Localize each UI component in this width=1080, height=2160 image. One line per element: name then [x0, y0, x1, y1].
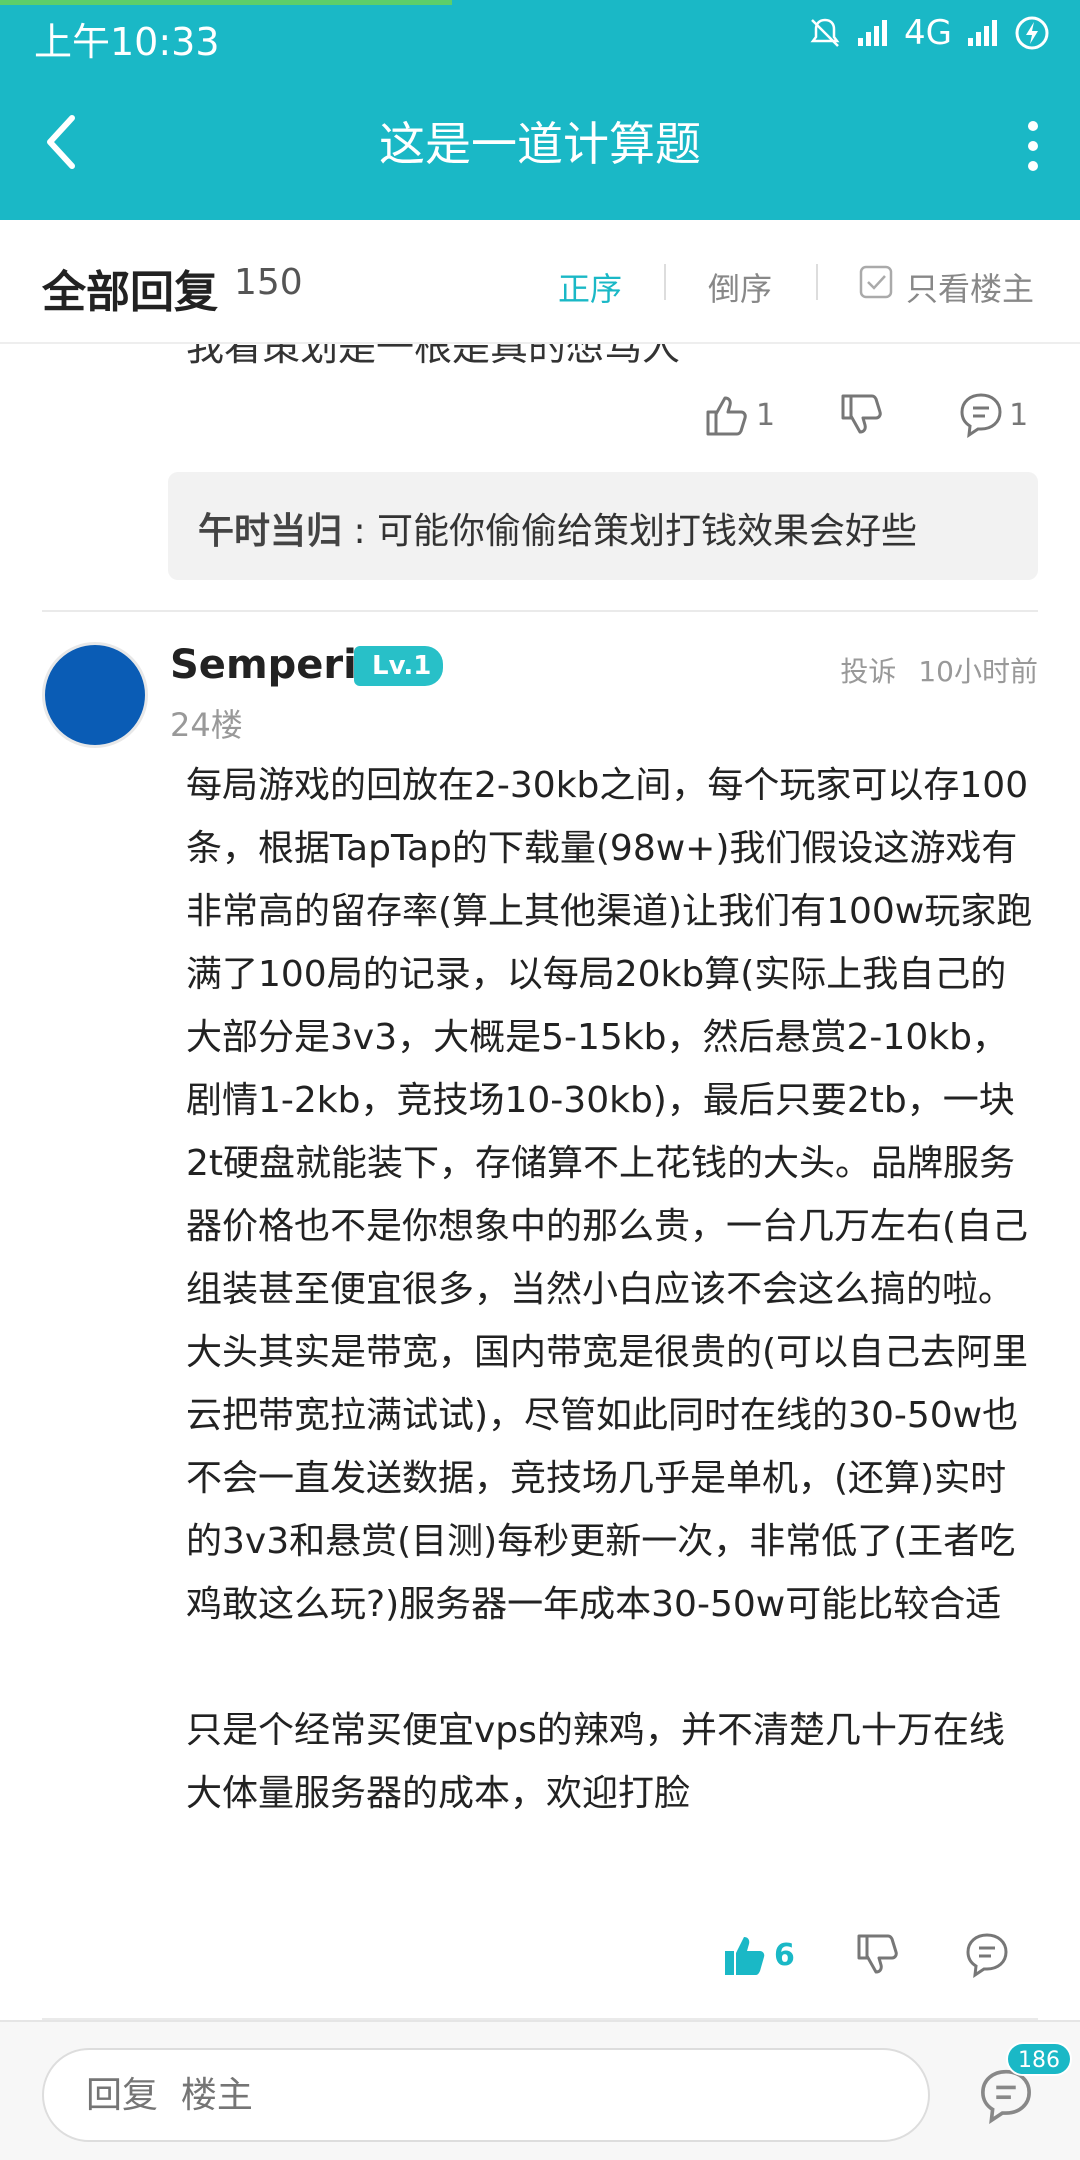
- mute-icon: [810, 18, 840, 47]
- avatar[interactable]: [42, 642, 148, 748]
- comment-button[interactable]: 1: [959, 392, 1028, 438]
- level-badge: Lv.1: [354, 646, 444, 686]
- comment-icon: [966, 1933, 1008, 1978]
- comment-count: 1: [1009, 397, 1029, 433]
- title-bar: 这是一道计算题: [0, 70, 1080, 220]
- sort-bar: 全部回复 150 正序 倒序 只看楼主: [0, 220, 1080, 344]
- dislike-button[interactable]: [839, 392, 885, 438]
- post-paragraph: 只是个经常买便宜vps的辣鸡，并不清楚几十万在线大体量服务器的成本，欢迎打脸: [186, 1710, 1005, 1814]
- previous-post-actions: 1 1: [704, 392, 1028, 438]
- sort-divider: [664, 264, 666, 300]
- like-count: 6: [774, 1937, 795, 1973]
- comment-icon[interactable]: [978, 2068, 1034, 2124]
- page-title: 这是一道计算题: [379, 117, 701, 171]
- post-meta: 投诉 10小时前: [840, 650, 1038, 690]
- app-header: 上午10:33 4G 这是一道计算题: [0, 0, 1080, 220]
- reply-input[interactable]: [42, 2048, 930, 2142]
- status-icons: 4G: [808, 13, 1050, 53]
- like-count: 1: [756, 397, 776, 433]
- like-button[interactable]: 6: [722, 1932, 795, 1978]
- floor-number: 24楼: [170, 706, 243, 744]
- network-type: 4G: [904, 13, 952, 53]
- post-author[interactable]: Semperie: [170, 642, 384, 688]
- sort-ascending-button[interactable]: 正序: [558, 264, 622, 310]
- signal-icon: [858, 20, 888, 46]
- reply-bar: 186: [0, 2020, 1080, 2160]
- all-replies-label: 全部回复: [42, 267, 218, 318]
- more-vertical-icon[interactable]: [1018, 118, 1048, 174]
- like-button[interactable]: 1: [704, 392, 775, 438]
- post-divider: [42, 610, 1038, 612]
- reply-count: 150: [234, 262, 303, 303]
- sort-divider: [816, 264, 818, 300]
- thumb-down-icon: [841, 394, 882, 434]
- thumb-up-icon: [706, 396, 747, 436]
- previous-post-text: 我看策划是一根是真的想骂人: [186, 344, 681, 369]
- comment-button[interactable]: [965, 1932, 1009, 1978]
- reply-author[interactable]: 午时当归: [198, 511, 342, 552]
- reply-list: 我看策划是一根是真的想骂人 1 1 午时当归 : 可能你偷偷给策划打钱效果会好些…: [0, 344, 1080, 2020]
- signal-icon: [968, 20, 997, 46]
- owner-only-toggle[interactable]: 只看楼主: [906, 264, 1034, 310]
- checkbox-icon[interactable]: [858, 264, 894, 300]
- dislike-button[interactable]: [855, 1932, 901, 1978]
- reply-text: : 可能你偷偷给策划打钱效果会好些: [342, 511, 918, 552]
- nested-reply[interactable]: 午时当归 : 可能你偷偷给策划打钱效果会好些: [168, 472, 1038, 580]
- comment-count-badge: 186: [1006, 2042, 1072, 2076]
- report-link[interactable]: 投诉: [840, 655, 896, 688]
- comment-icon: [960, 393, 1002, 438]
- post-time: 10小时前: [918, 655, 1038, 688]
- status-bar: 上午10:33 4G: [0, 5, 1080, 67]
- thumb-down-icon: [857, 1934, 898, 1974]
- sort-descending-button[interactable]: 倒序: [708, 264, 772, 310]
- post-body: 每局游戏的回放在2-30kb之间，每个玩家可以存100条，根据TapTap的下载…: [186, 754, 1036, 1825]
- post-actions: 6: [722, 1932, 1009, 1978]
- battery-icon: [1015, 16, 1049, 50]
- status-time: 上午10:33: [34, 20, 220, 64]
- thumb-up-icon: [725, 1937, 765, 1975]
- post-paragraph: 每局游戏的回放在2-30kb之间，每个玩家可以存100条，根据TapTap的下载…: [186, 765, 1033, 1625]
